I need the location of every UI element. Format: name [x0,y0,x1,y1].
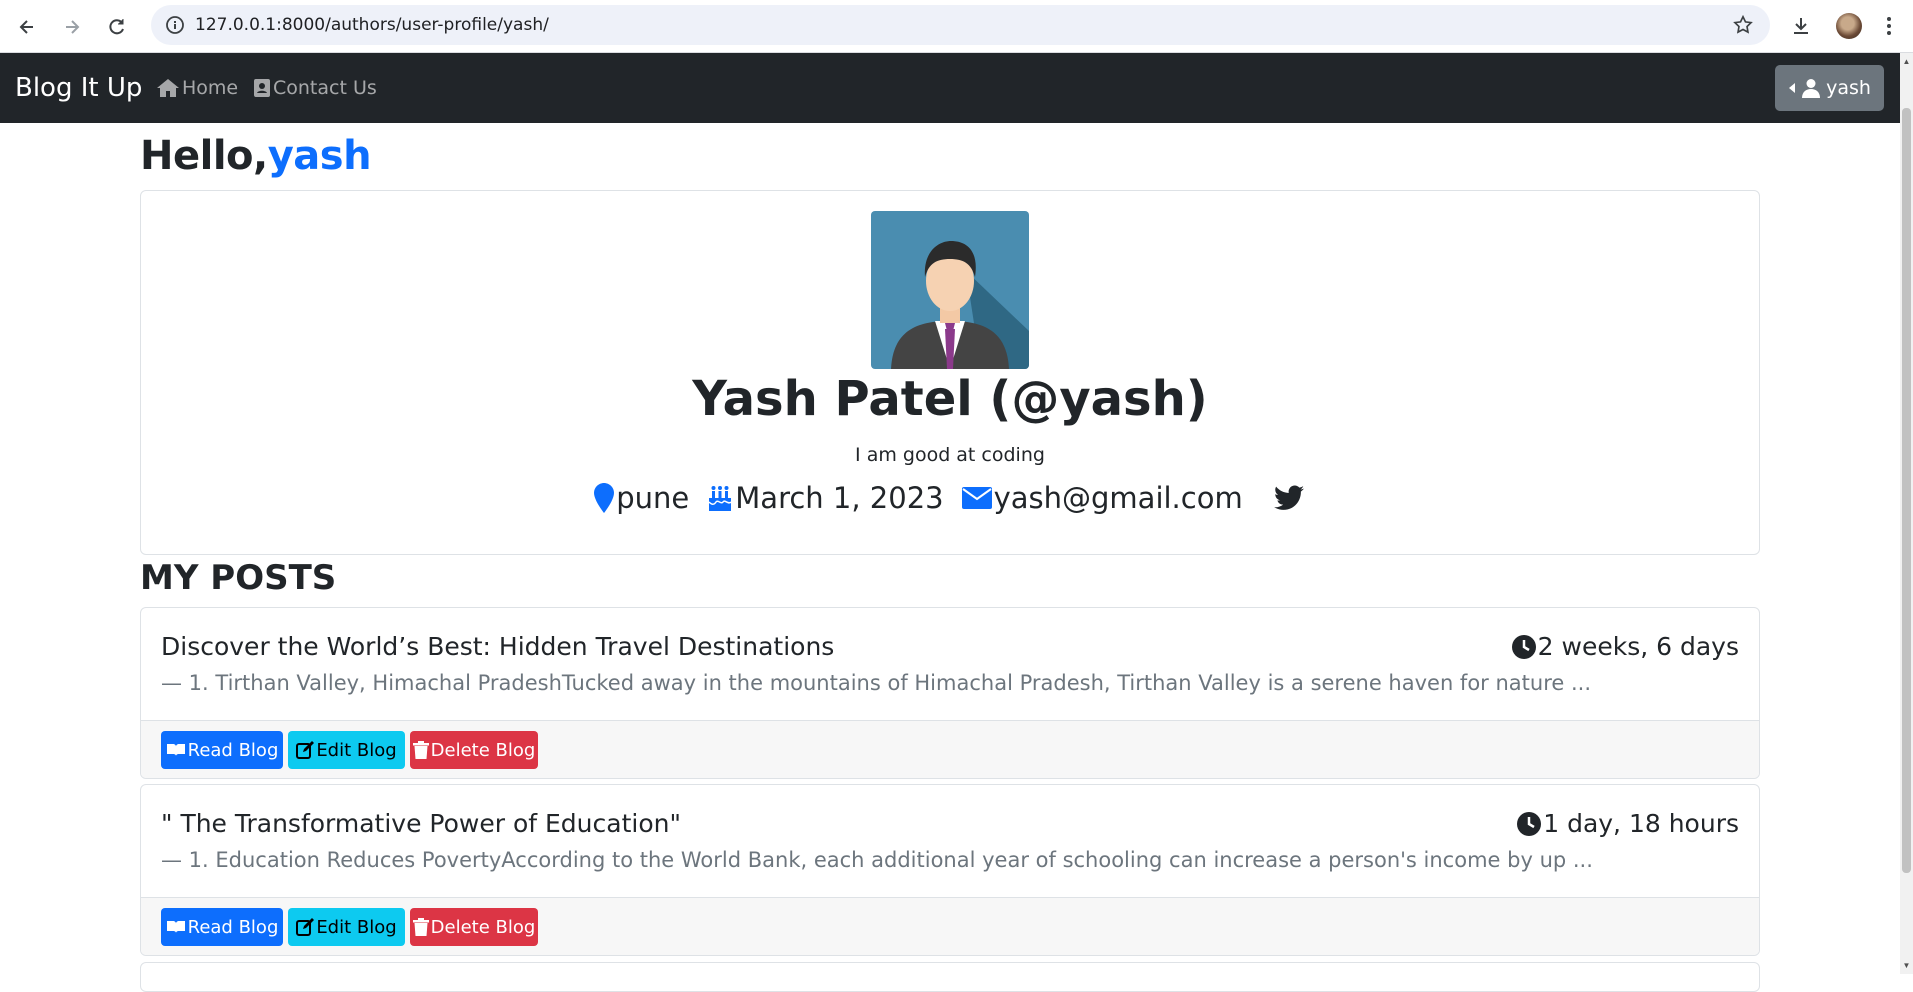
nav-home-link[interactable]: Home [156,53,238,123]
edit-icon [296,741,315,759]
scroll-thumb[interactable] [1902,108,1911,873]
caret-left-icon [1789,83,1796,93]
nav-contact-label: Contact Us [273,77,377,99]
nav-contact-link[interactable]: Contact Us [253,53,377,123]
post-excerpt: — 1. Education Reduces PovertyAccording … [161,848,1593,872]
delete-blog-label: Delete Blog [430,916,536,938]
address-bar[interactable]: 127.0.0.1:8000/authors/user-profile/yash… [151,5,1770,45]
contact-card-icon [254,79,270,97]
delete-blog-button[interactable]: Delete Blog [410,908,538,946]
post-time-text: 1 day, 18 hours [1543,809,1739,838]
site-navbar: Blog It Up Home Contact Us yash [0,53,1900,123]
clock-icon [1517,811,1542,836]
post-actions: Read Blog Edit Blog Delete Blog [141,720,1759,778]
post-body: Discover the World’s Best: Hidden Travel… [141,608,1759,720]
url-text[interactable]: 127.0.0.1:8000/authors/user-profile/yash… [195,5,549,45]
edit-blog-label: Edit Blog [316,739,397,761]
post-actions: Read Blog Edit Blog Delete Blog [141,897,1759,955]
open-book-icon [166,744,185,756]
brand-logo-link[interactable]: Blog It Up [15,53,142,123]
post-card [140,962,1760,992]
greeting-username: yash [267,133,372,179]
read-blog-label: Read Blog [187,739,279,761]
post-card: " The Transformative Power of Education"… [140,784,1760,956]
clock-icon [1511,634,1536,659]
profile-birthday-text: March 1, 2023 [735,481,944,515]
read-blog-label: Read Blog [187,916,279,938]
site-info-icon[interactable] [165,15,185,35]
profile-info-row: pune March 1, 2023 yash@gmail.com [141,481,1759,515]
profile-bio: I am good at coding [855,444,1045,466]
profile-location: pune [594,481,689,515]
greeting-heading: Hello,yash [140,133,372,179]
post-time-text: 2 weeks, 6 days [1537,632,1739,661]
trash-icon [412,918,429,936]
profile-avatar[interactable] [1833,10,1865,42]
birthday-cake-icon [708,486,732,511]
download-icon[interactable] [1785,10,1817,42]
post-card: Discover the World’s Best: Hidden Travel… [140,607,1760,779]
open-book-icon [166,921,185,933]
forward-icon[interactable] [55,10,89,44]
delete-blog-button[interactable]: Delete Blog [410,731,538,769]
post-time: 1 day, 18 hours [1517,809,1739,838]
my-posts-heading: MY POSTS [140,558,337,598]
envelope-icon [961,487,992,509]
edit-blog-button[interactable]: Edit Blog [288,731,405,769]
reload-icon[interactable] [100,10,134,44]
menu-kebab-icon[interactable] [1873,10,1905,42]
scroll-up-icon[interactable]: ▲ [1902,57,1911,66]
nav-home-label: Home [182,77,239,99]
profile-email: yash@gmail.com [961,481,1243,515]
post-time: 2 weeks, 6 days [1511,632,1739,661]
profile-avatar-image [871,211,1029,369]
profile-card: Yash Patel (@yash) I am good at coding p… [140,190,1760,555]
profile-email-text: yash@gmail.com [993,481,1243,515]
location-pin-icon [594,483,615,513]
edit-blog-label: Edit Blog [316,916,397,938]
bookmark-star-icon[interactable] [1732,14,1754,36]
back-icon[interactable] [10,10,44,44]
twitter-icon[interactable] [1273,485,1306,511]
edit-blog-button[interactable]: Edit Blog [288,908,405,946]
post-body: " The Transformative Power of Education"… [141,785,1759,897]
read-blog-button[interactable]: Read Blog [161,908,283,946]
browser-toolbar: 127.0.0.1:8000/authors/user-profile/yash… [0,0,1913,53]
delete-blog-label: Delete Blog [430,739,536,761]
greeting-prefix: Hello, [140,133,268,179]
scroll-down-icon[interactable]: ▼ [1902,961,1911,970]
post-title: " The Transformative Power of Education" [161,809,681,838]
profile-location-text: pune [616,481,690,515]
user-dropdown-button[interactable]: yash [1775,65,1884,111]
user-icon [1802,79,1821,98]
edit-icon [296,918,315,936]
read-blog-button[interactable]: Read Blog [161,731,283,769]
post-title: Discover the World’s Best: Hidden Travel… [161,632,835,661]
profile-birthday: March 1, 2023 [707,481,944,515]
page-scrollbar[interactable]: ▲ ▼ [1900,53,1913,974]
profile-full-name: Yash Patel (@yash) [692,371,1208,427]
user-dropdown-label: yash [1826,77,1871,99]
home-icon [157,79,179,97]
post-excerpt: — 1. Tirthan Valley, Himachal PradeshTuc… [161,671,1591,695]
trash-icon [412,741,429,759]
